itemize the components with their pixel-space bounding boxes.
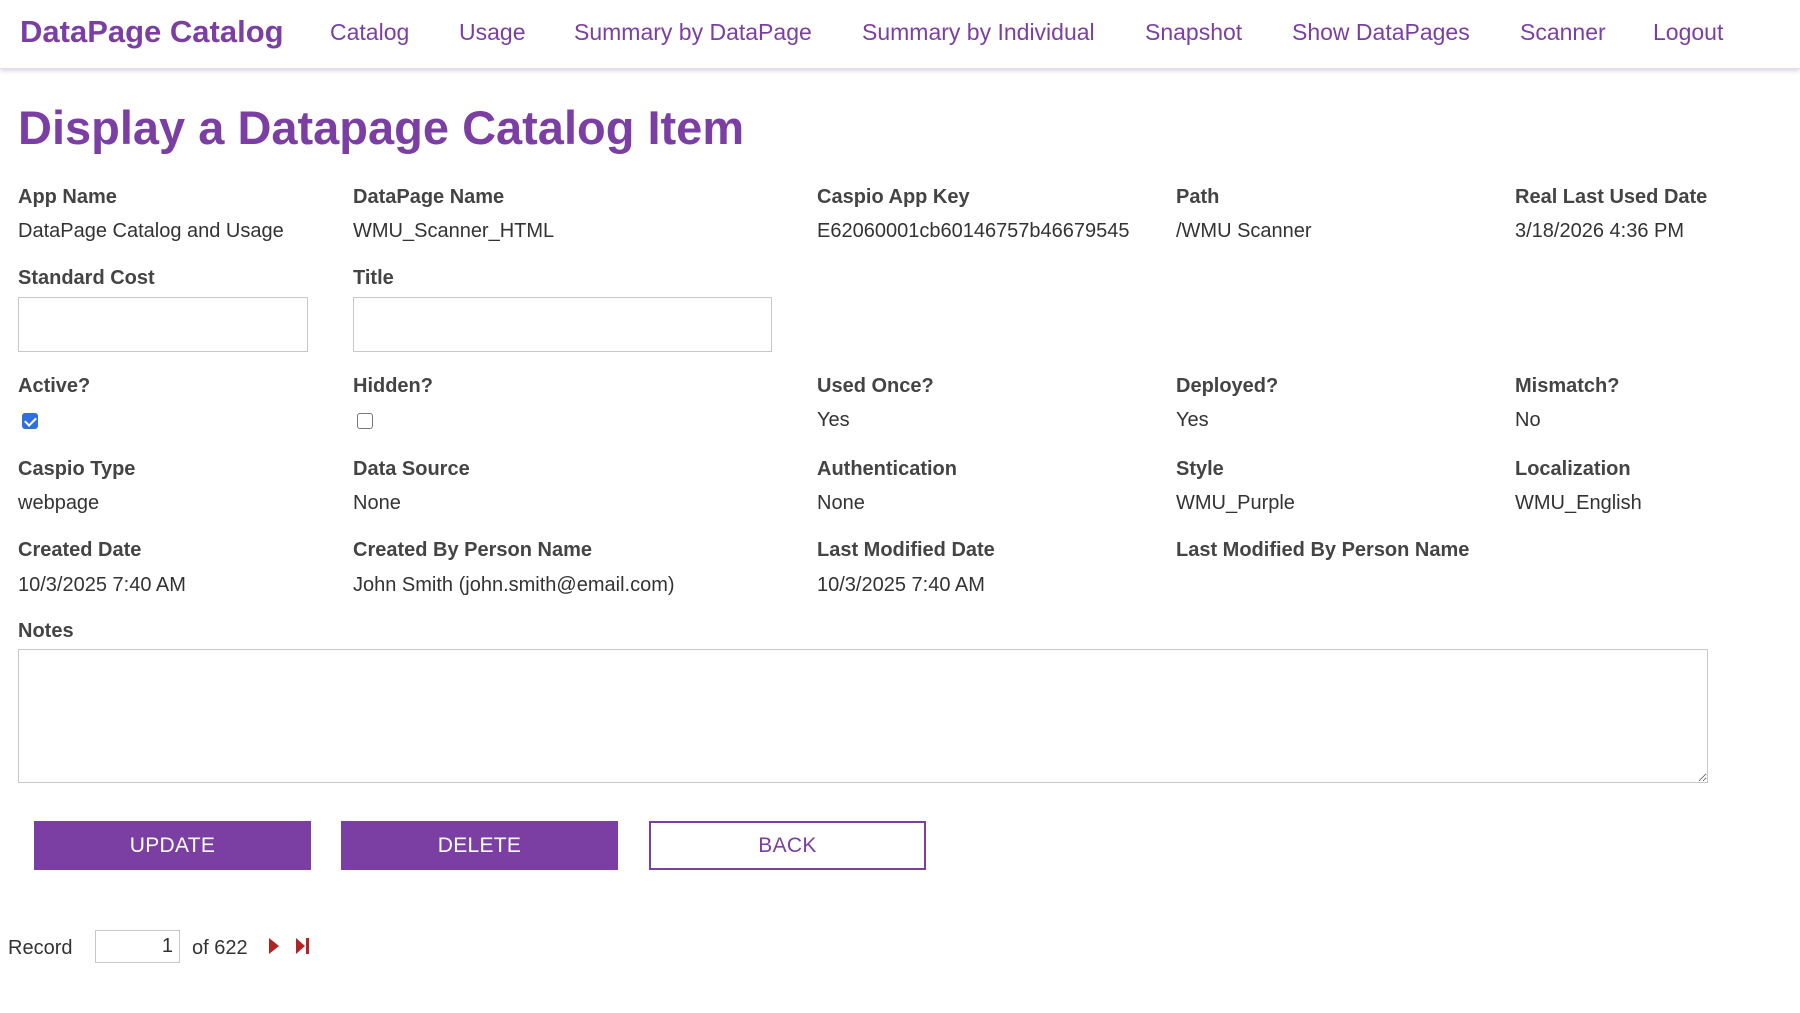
notes-label: Notes [18, 620, 74, 642]
nav-link-snapshot[interactable]: Snapshot [1145, 19, 1242, 46]
nav-link-show-datapages[interactable]: Show DataPages [1292, 19, 1470, 46]
last-modified-by-label: Last Modified By Person Name [1176, 539, 1470, 561]
pager-record-label: Record [8, 937, 73, 959]
style-label: Style [1176, 458, 1224, 480]
standard-cost-label: Standard Cost [18, 267, 155, 289]
mismatch-value: No [1515, 409, 1541, 431]
path-value: /WMU Scanner [1176, 220, 1312, 242]
title-input[interactable] [353, 297, 772, 352]
datapage-name-value: WMU_Scanner_HTML [353, 220, 555, 242]
authentication-label: Authentication [817, 458, 957, 480]
deployed-value: Yes [1176, 409, 1209, 431]
page-title: Display a Datapage Catalog Item [18, 101, 745, 154]
caspio-type-label: Caspio Type [18, 458, 136, 480]
data-source-label: Data Source [353, 458, 470, 480]
back-button[interactable]: BACK [649, 821, 926, 870]
path-label: Path [1176, 186, 1220, 208]
play-triangle-icon[interactable] [267, 936, 281, 956]
created-by-value: John Smith (john.smith@email.com) [353, 574, 675, 596]
nav-link-summary-by-datapage[interactable]: Summary by DataPage [574, 19, 812, 46]
update-button[interactable]: UPDATE [34, 821, 311, 870]
nav-link-catalog[interactable]: Catalog [330, 19, 409, 46]
app-name-label: App Name [18, 186, 117, 208]
hidden-label: Hidden? [353, 375, 433, 397]
used-once-label: Used Once? [817, 375, 934, 397]
datapage-name-label: DataPage Name [353, 186, 505, 208]
created-date-value: 10/3/2025 7:40 AM [18, 574, 186, 596]
used-once-value: Yes [817, 409, 850, 431]
real-last-used-date-value: 3/18/2026 4:36 PM [1515, 220, 1685, 242]
last-modified-date-label: Last Modified Date [817, 539, 995, 561]
nav-link-scanner[interactable]: Scanner [1520, 19, 1606, 46]
caspio-app-key-label: Caspio App Key [817, 186, 970, 208]
real-last-used-date-label: Real Last Used Date [1515, 186, 1708, 208]
mismatch-label: Mismatch? [1515, 375, 1620, 397]
nav-link-logout[interactable]: Logout [1653, 19, 1723, 46]
hidden-checkbox[interactable] [357, 413, 373, 429]
localization-label: Localization [1515, 458, 1631, 480]
data-source-value: None [353, 492, 401, 514]
top-navbar: DataPage Catalog Catalog Usage Summary b… [0, 0, 1800, 69]
caspio-type-value: webpage [18, 492, 100, 514]
authentication-value: None [817, 492, 865, 514]
title-label: Title [353, 267, 394, 289]
app-name-value: DataPage Catalog and Usage [18, 220, 284, 242]
created-by-label: Created By Person Name [353, 539, 592, 561]
style-value: WMU_Purple [1176, 492, 1295, 514]
nav-link-usage[interactable]: Usage [459, 19, 525, 46]
pager-record-input[interactable] [95, 930, 180, 963]
active-checkbox[interactable] [22, 413, 38, 429]
caspio-app-key-value: E62060001cb60146757b46679545 [817, 220, 1130, 242]
last-modified-date-value: 10/3/2025 7:40 AM [817, 574, 985, 596]
pager-total-label: of 622 [192, 937, 248, 959]
active-label: Active? [18, 375, 91, 397]
deployed-label: Deployed? [1176, 375, 1279, 397]
standard-cost-input[interactable] [18, 297, 308, 352]
brand-title[interactable]: DataPage Catalog [20, 14, 284, 50]
nav-link-summary-by-individual[interactable]: Summary by Individual [862, 19, 1095, 46]
skip-to-end-icon[interactable] [294, 936, 312, 956]
localization-value: WMU_English [1515, 492, 1642, 514]
delete-button[interactable]: DELETE [341, 821, 618, 870]
created-date-label: Created Date [18, 539, 142, 561]
notes-textarea[interactable] [18, 649, 1708, 783]
